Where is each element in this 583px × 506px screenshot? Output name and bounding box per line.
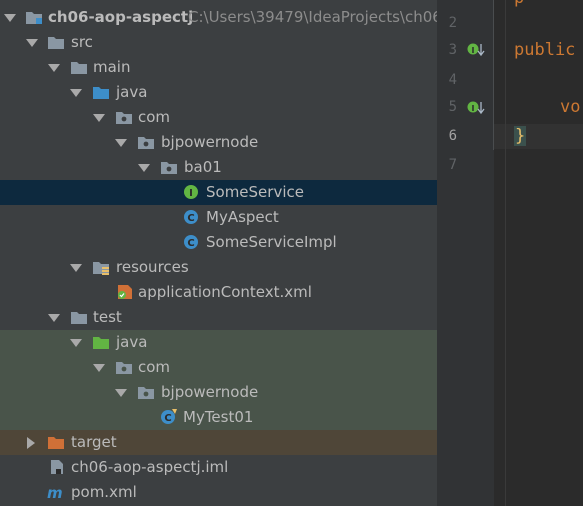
code-keyword-void: vo [560, 97, 581, 117]
tree-node-label: com [138, 108, 171, 126]
class-icon: C [184, 210, 198, 224]
tree-node-com-test[interactable]: com [0, 355, 437, 380]
expand-arrow-icon[interactable] [48, 64, 60, 72]
folder-icon [71, 312, 87, 324]
tree-node-applicationcontext-xml[interactable]: applicationContext.xml [0, 280, 437, 305]
test-class-icon: C [161, 409, 177, 424]
tree-node-label: src [71, 33, 93, 51]
tree-node-label: MyTest01 [183, 408, 254, 426]
tree-node-label: java [116, 83, 148, 101]
package-icon [116, 362, 132, 374]
tree-node-label: MyAspect [206, 208, 279, 226]
implemented-by-marker-icon[interactable]: I [467, 99, 487, 117]
current-line-highlight [494, 124, 583, 149]
tree-node-label: ch06-aop-aspectj.iml [71, 458, 229, 476]
maven-icon: m [47, 484, 63, 500]
svg-text:C: C [187, 238, 194, 249]
svg-text:I: I [189, 188, 193, 199]
tree-node-label: java [116, 333, 148, 351]
tree-node-label: applicationContext.xml [138, 283, 312, 301]
tree-node-label: SomeServiceImpl [206, 233, 337, 251]
module-file-icon [51, 460, 63, 474]
tree-node-bjpowernode-test[interactable]: bjpowernode [0, 380, 437, 405]
tree-node-label: com [138, 358, 171, 376]
package-icon [116, 112, 132, 124]
module-folder-icon [26, 12, 42, 24]
expand-arrow-icon[interactable] [4, 14, 16, 22]
package-icon [138, 387, 154, 399]
line-number: 2 [448, 15, 457, 31]
line-number: 7 [448, 157, 457, 173]
svg-text:I: I [472, 46, 475, 55]
tree-node-target[interactable]: target [0, 430, 437, 455]
code-closing-brace: } [514, 126, 527, 146]
expand-arrow-icon[interactable] [26, 39, 38, 47]
right-margin-guide [505, 0, 506, 506]
line-number: 4 [448, 72, 457, 88]
tree-node-label: SomeService [206, 183, 304, 201]
tree-node-src[interactable]: src [0, 30, 437, 55]
tree-node-label: test [93, 308, 122, 326]
tree-node-java-test[interactable]: java [0, 330, 437, 355]
tree-node-label: resources [116, 258, 189, 276]
svg-text:I: I [472, 104, 475, 113]
tree-node-resources[interactable]: resources [0, 255, 437, 280]
resources-folder-icon [93, 262, 109, 275]
tree-node-label: bjpowernode [161, 133, 259, 151]
tree-node-test[interactable]: test [0, 305, 437, 330]
svg-text:C: C [187, 213, 194, 224]
tree-node-pom-xml[interactable]: m pom.xml [0, 480, 437, 505]
tree-node-com-main[interactable]: com [0, 105, 437, 130]
tree-node-iml[interactable]: ch06-aop-aspectj.iml [0, 455, 437, 480]
class-icon: C [184, 235, 198, 249]
expand-arrow-icon[interactable] [70, 339, 82, 347]
package-icon [161, 162, 177, 174]
excluded-folder-icon [48, 437, 64, 449]
line-number-current: 6 [448, 128, 457, 144]
tree-node-label: ba01 [184, 158, 222, 176]
package-icon [138, 137, 154, 149]
gutter-separator [493, 0, 494, 150]
expand-arrow-icon[interactable] [115, 389, 127, 397]
project-tree-panel[interactable]: ch06-aop-aspectj C:\Users\39479\IdeaProj… [0, 0, 437, 506]
svg-text:C: C [164, 413, 171, 424]
line-number: 5 [448, 99, 457, 115]
code-keyword-public: public [514, 40, 576, 60]
tree-node-java-main[interactable]: java [0, 80, 437, 105]
line-number: 3 [448, 42, 457, 58]
project-root-name: ch06-aop-aspectj [48, 8, 194, 26]
source-folder-icon [93, 87, 109, 99]
tree-node-myaspect[interactable]: C MyAspect [0, 205, 437, 230]
expand-arrow-icon[interactable] [93, 114, 105, 122]
expand-arrow-icon[interactable] [70, 264, 82, 272]
test-folder-icon [93, 337, 109, 349]
tree-node-bjpowernode-main[interactable]: bjpowernode [0, 130, 437, 155]
expand-arrow-icon[interactable] [70, 89, 82, 97]
tree-node-label: pom.xml [71, 483, 137, 501]
code-fragment-top: p [514, 0, 524, 8]
tree-node-mytest01[interactable]: C MyTest01 [0, 405, 437, 430]
expand-arrow-icon[interactable] [115, 139, 127, 147]
expand-arrow-icon[interactable] [48, 314, 60, 322]
project-root-path: C:\Users\39479\IdeaProjects\ch06 [188, 8, 437, 26]
implemented-by-marker-icon[interactable]: I [467, 41, 487, 59]
folder-icon [71, 62, 87, 74]
tree-node-main[interactable]: main [0, 55, 437, 80]
collapse-arrow-icon[interactable] [27, 437, 35, 449]
svg-text:m: m [47, 484, 63, 500]
interface-icon: I [184, 185, 198, 199]
expand-arrow-icon[interactable] [138, 164, 150, 172]
folder-icon [48, 37, 64, 49]
tree-node-someservice[interactable]: I SomeService [0, 180, 437, 205]
tree-node-label: main [93, 58, 131, 76]
code-editor[interactable] [494, 0, 583, 506]
tree-node-someserviceimpl[interactable]: C SomeServiceImpl [0, 230, 437, 255]
tree-node-ba01[interactable]: ba01 [0, 155, 437, 180]
spring-xml-icon [118, 285, 132, 299]
expand-arrow-icon[interactable] [93, 364, 105, 372]
tree-node-label: target [71, 433, 117, 451]
tree-node-label: bjpowernode [161, 383, 259, 401]
tree-node-project-root[interactable]: ch06-aop-aspectj C:\Users\39479\IdeaProj… [0, 5, 437, 30]
